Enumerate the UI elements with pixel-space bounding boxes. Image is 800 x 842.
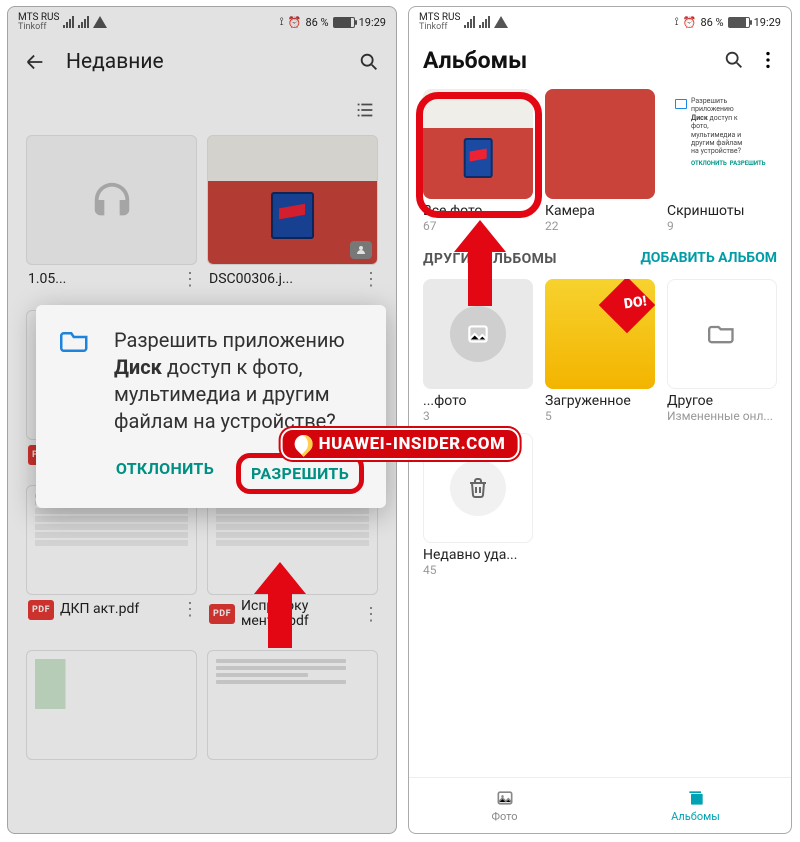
view-toggle-button[interactable] [348, 93, 382, 127]
app-bar: Недавние [8, 35, 396, 89]
search-button[interactable] [352, 45, 386, 79]
battery-text: 86 % [700, 16, 723, 29]
alarm-icon: ⏰ [683, 16, 697, 29]
search-icon [723, 49, 745, 71]
alarm-icon: ⏰ [288, 16, 302, 29]
album-other[interactable]: Другое Измененные онл... [667, 279, 777, 423]
image-placeholder-icon [450, 306, 506, 362]
signal-icon [479, 16, 490, 28]
trash-icon [450, 460, 506, 516]
page-title: Недавние [66, 50, 338, 74]
overflow-button[interactable] [751, 43, 785, 77]
folder-icon [667, 279, 777, 389]
albums-header: Альбомы [409, 35, 791, 83]
album-name: ...фото [423, 393, 533, 409]
album-name: Другое [667, 393, 777, 409]
album-camera[interactable]: Камера 22 [545, 89, 655, 233]
album-name: Камера [545, 203, 655, 219]
more-button[interactable]: ⋮ [181, 599, 197, 620]
file-thumb-pdf[interactable] [207, 650, 378, 760]
huawei-logo-icon [291, 431, 316, 456]
people-badge-icon [350, 241, 372, 259]
more-button[interactable]: ⋮ [362, 269, 378, 290]
album-count: 3 [423, 409, 533, 423]
album-name: Загруженное [545, 393, 655, 409]
nfc-icon: ⟟ [280, 15, 284, 29]
album-count: Измененные онл... [667, 409, 777, 423]
more-vert-icon [757, 49, 779, 71]
album-name: Скриншоты [667, 203, 777, 219]
tab-photos[interactable]: Фото [409, 778, 600, 833]
album-name: Недавно уда... [423, 547, 533, 563]
watermark-badge: HUAWEI-INSIDER.COM [281, 428, 520, 460]
arrow-up-icon [454, 220, 506, 306]
battery-text: 86 % [305, 16, 328, 29]
back-button[interactable] [18, 45, 52, 79]
clock-text: 19:29 [754, 16, 781, 29]
wifi-icon [494, 16, 508, 28]
file-name: ДКП акт.pdf [60, 602, 175, 617]
tab-albums[interactable]: Альбомы [600, 778, 791, 833]
list-icon [354, 99, 376, 121]
status-bar: MTS RUSTinkoff ⟟ ⏰ 86 % 19:29 [409, 7, 791, 35]
file-thumb-audio[interactable] [26, 135, 197, 265]
phone-left: MTS RUSTinkoff ⟟ ⏰ 86 % 19:29 Недавние [7, 6, 397, 834]
album-downloads[interactable]: DO! Загруженное 5 [545, 279, 655, 423]
file-thumb-image[interactable] [207, 135, 378, 265]
battery-icon [728, 17, 750, 28]
tab-label: Альбомы [671, 810, 720, 823]
watermark-text: HUAWEI-INSIDER.COM [319, 434, 506, 454]
file-thumb-pdf[interactable] [26, 650, 197, 760]
bottom-nav: Фото Альбомы [409, 777, 791, 833]
arrow-left-icon [24, 51, 46, 73]
deny-button[interactable]: ОТКЛОНИТЬ [112, 453, 218, 494]
permission-dialog: Разрешить приложению Диск доступ к фото,… [36, 305, 386, 508]
more-button[interactable]: ⋮ [181, 269, 197, 290]
nfc-icon: ⟟ [675, 15, 679, 29]
add-album-button[interactable]: ДОБАВИТЬ АЛЬБОМ [641, 251, 777, 266]
folder-icon [58, 327, 98, 435]
album-count: 22 [545, 219, 655, 233]
search-button[interactable] [717, 43, 751, 77]
album-count: 5 [545, 409, 655, 423]
album-count: 45 [423, 563, 533, 577]
highlight-ring [416, 92, 542, 218]
signal-icon [464, 16, 475, 28]
albums-icon [686, 788, 706, 808]
page-title: Альбомы [423, 47, 717, 74]
pdf-badge-icon: PDF [209, 604, 235, 624]
pdf-badge-icon: PDF [28, 600, 54, 620]
allow-button[interactable]: РАЗРЕШИТЬ [247, 458, 353, 489]
clock-text: 19:29 [359, 16, 386, 29]
signal-icon [78, 16, 89, 28]
headphones-icon [89, 177, 135, 223]
file-name: DSC00306.j... [209, 272, 356, 287]
photo-icon [495, 788, 515, 808]
tab-label: Фото [492, 810, 518, 823]
wifi-icon [93, 16, 107, 28]
more-button[interactable]: ⋮ [362, 604, 378, 625]
signal-icon [63, 16, 74, 28]
status-bar: MTS RUSTinkoff ⟟ ⏰ 86 % 19:29 [8, 7, 396, 35]
arrow-up-icon [254, 562, 306, 648]
battery-icon [333, 17, 355, 28]
file-name: 1.05... [28, 272, 175, 287]
dialog-message: Разрешить приложению Диск доступ к фото,… [114, 327, 364, 435]
search-icon [358, 51, 380, 73]
album-screenshots[interactable]: РазрешитьприложениюДиск доступ кфото,мул… [667, 89, 777, 233]
album-count: 9 [667, 219, 777, 233]
